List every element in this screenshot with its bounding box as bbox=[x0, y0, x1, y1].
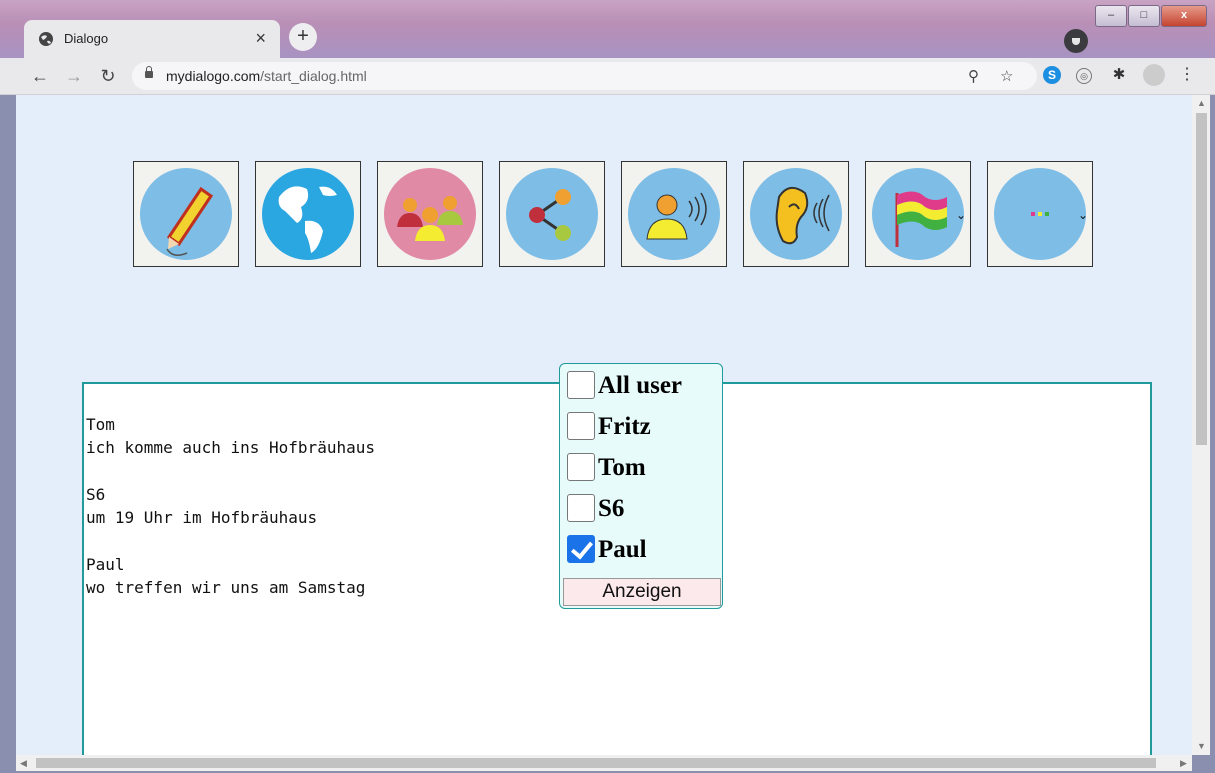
filter-option-label: Paul bbox=[598, 536, 647, 563]
filter-option-label: All user bbox=[598, 372, 683, 399]
tab-title: Dialogo bbox=[64, 31, 109, 46]
filter-option-fritz[interactable]: Fritz bbox=[567, 410, 719, 450]
all-user-checkbox[interactable] bbox=[567, 371, 595, 399]
profile-avatar-icon[interactable] bbox=[1143, 64, 1165, 86]
skype-extension-icon[interactable]: S bbox=[1043, 66, 1061, 84]
address-bar[interactable]: mydialogo.com/start_dialog.html ⚲ ☆ bbox=[132, 62, 1037, 90]
chevron-down-icon: ⌄ bbox=[955, 208, 966, 222]
horizontal-scroll-thumb[interactable] bbox=[36, 758, 1156, 768]
puzzle-extensions-icon[interactable]: ✱ bbox=[1110, 66, 1128, 84]
forward-arrow-icon[interactable]: → bbox=[62, 64, 86, 88]
browser-toolbar: ← → ↻ mydialogo.com/start_dialog.html ⚲ … bbox=[0, 58, 1215, 95]
minimize-button[interactable]: – bbox=[1095, 5, 1127, 27]
share-icon[interactable] bbox=[499, 161, 605, 267]
back-arrow-icon[interactable]: ← bbox=[28, 64, 52, 88]
message-text: wo treffen wir uns am Samstag bbox=[86, 578, 366, 597]
scroll-down-arrow-icon[interactable]: ▼ bbox=[1197, 741, 1206, 751]
maximize-button[interactable]: □ bbox=[1128, 5, 1160, 27]
filter-option-tom[interactable]: Tom bbox=[567, 451, 719, 491]
more-options-icon[interactable]: ⌄ bbox=[987, 161, 1093, 267]
filter-option-label: Tom bbox=[598, 454, 646, 481]
filter-option-label: S6 bbox=[598, 495, 625, 522]
chevron-down-icon: ⌄ bbox=[1077, 208, 1088, 222]
url-text[interactable]: mydialogo.com/start_dialog.html bbox=[166, 68, 367, 84]
filter-option-s6[interactable]: S6 bbox=[567, 492, 719, 532]
scroll-up-arrow-icon[interactable]: ▲ bbox=[1197, 98, 1206, 108]
message-sender: Paul bbox=[86, 555, 125, 574]
message-sender: S6 bbox=[86, 485, 106, 504]
url-host: mydialogo.com bbox=[166, 68, 261, 84]
filter-option-all-user[interactable]: All user bbox=[567, 369, 719, 409]
url-path: /start_dialog.html bbox=[260, 68, 367, 84]
globe-icon[interactable] bbox=[255, 161, 361, 267]
close-window-button[interactable]: x bbox=[1161, 5, 1207, 27]
bookmark-star-icon[interactable]: ☆ bbox=[1000, 67, 1013, 85]
scroll-left-arrow-icon[interactable]: ◀ bbox=[20, 758, 27, 769]
fritz-checkbox[interactable] bbox=[567, 412, 595, 440]
horizontal-scrollbar[interactable]: ◀ ▶ bbox=[16, 755, 1192, 771]
message-text: um 19 Uhr im Hofbräuhaus bbox=[86, 508, 318, 527]
new-tab-button[interactable]: + bbox=[289, 23, 317, 51]
paul-checkbox[interactable] bbox=[567, 535, 595, 563]
filter-option-paul[interactable]: Paul bbox=[567, 533, 719, 573]
ear-listening-icon[interactable] bbox=[743, 161, 849, 267]
reload-icon[interactable]: ↻ bbox=[96, 64, 120, 88]
browser-tab[interactable]: Dialogo × bbox=[24, 20, 280, 58]
user-speaking-icon[interactable] bbox=[621, 161, 727, 267]
vertical-scroll-thumb[interactable] bbox=[1196, 113, 1207, 445]
location-pin-icon[interactable]: ⚲ bbox=[968, 67, 979, 85]
scroll-right-arrow-icon[interactable]: ▶ bbox=[1180, 758, 1187, 769]
download-icon[interactable] bbox=[1064, 29, 1088, 53]
window-controls: – □ x bbox=[1095, 5, 1207, 27]
tab-close-icon[interactable]: × bbox=[255, 27, 266, 49]
message-sender: Tom bbox=[86, 415, 115, 434]
s6-checkbox[interactable] bbox=[567, 494, 595, 522]
user-filter-dropdown: All user Fritz Tom S6 Paul Anzeigen bbox=[559, 363, 723, 609]
users-group-icon[interactable] bbox=[377, 161, 483, 267]
lock-icon bbox=[145, 66, 153, 78]
flag-language-icon[interactable]: ⌄ bbox=[865, 161, 971, 267]
message-text: ich komme auch ins Hofbräuhaus bbox=[86, 438, 375, 457]
menu-kebab-icon[interactable]: ⋮ bbox=[1178, 66, 1196, 84]
browser-window: Dialogo × + – □ x ← → ↻ mydialogo.com/st… bbox=[0, 0, 1215, 773]
filter-option-label: Fritz bbox=[598, 413, 651, 440]
pencil-icon[interactable] bbox=[133, 161, 239, 267]
title-bar: Dialogo × + – □ x bbox=[0, 0, 1215, 58]
show-button[interactable]: Anzeigen bbox=[563, 578, 721, 606]
tom-checkbox[interactable] bbox=[567, 453, 595, 481]
page-content: ⌄ ⌄ Tom ich komme auch ins Hofbräuhaus S… bbox=[16, 95, 1192, 755]
vertical-scrollbar[interactable]: ▲ ▼ bbox=[1192, 95, 1210, 755]
globe-favicon-icon bbox=[39, 32, 53, 46]
extension-icon[interactable]: ◎ bbox=[1076, 68, 1092, 84]
